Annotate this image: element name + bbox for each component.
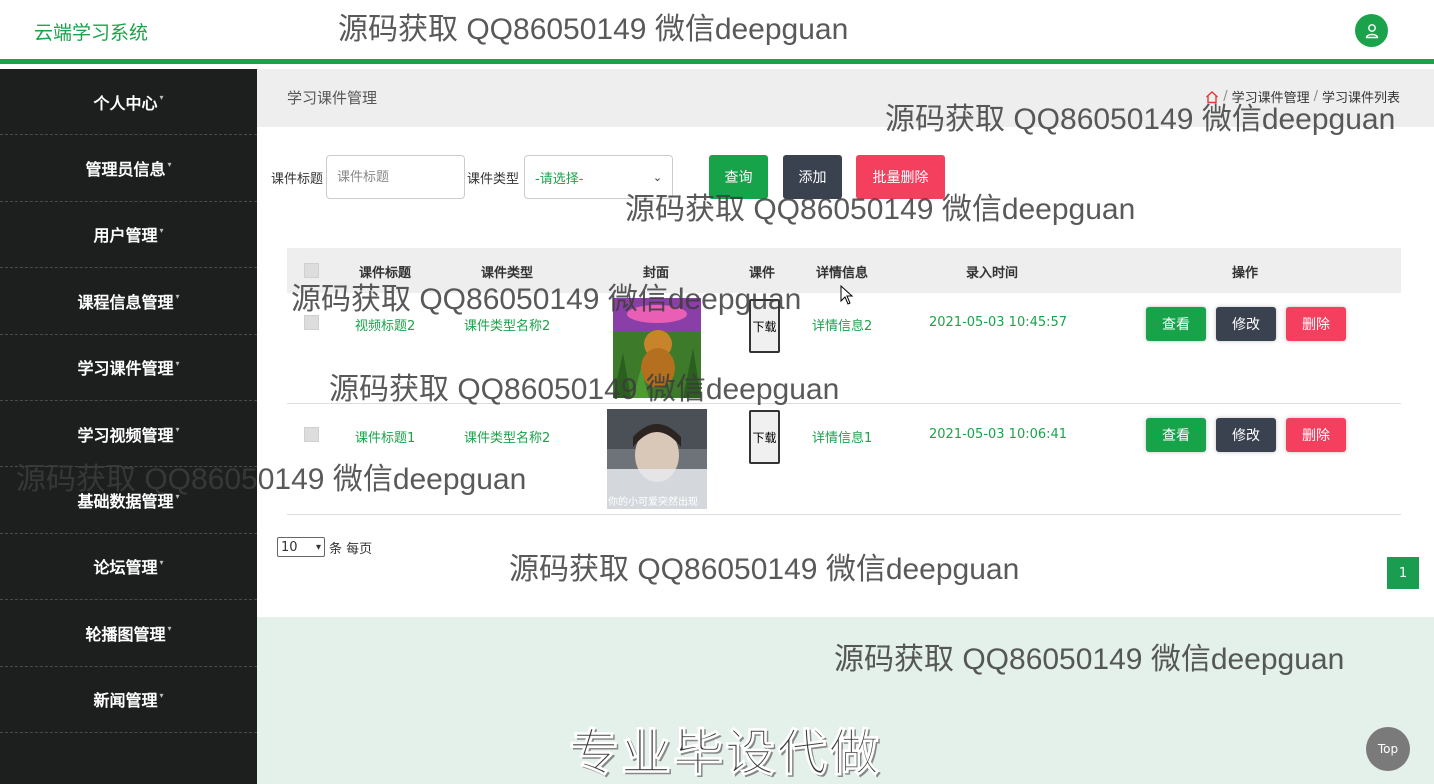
row-title: 课件标题1 bbox=[355, 431, 416, 446]
per-page-label: 条 每页 bbox=[329, 541, 373, 557]
cover-image[interactable]: 你的小可爱突然出现 bbox=[607, 409, 707, 509]
caret-icon: ▾ bbox=[175, 491, 180, 501]
query-button[interactable]: 查询 bbox=[709, 155, 769, 199]
page-title: 学习课件管理 bbox=[287, 89, 378, 107]
table-row: 课件标题1 课件类型名称2 你的小可爱突然出现 下载 详情信息1 2021-05… bbox=[287, 404, 1401, 515]
breadcrumb-separator: / bbox=[1313, 89, 1318, 104]
footer-band: 专业毕设代做 bbox=[257, 617, 1434, 784]
download-button[interactable]: 下载 bbox=[749, 410, 780, 464]
view-button[interactable]: 查看 bbox=[1146, 418, 1206, 452]
caret-icon: ▾ bbox=[159, 225, 164, 235]
col-type: 课件类型 bbox=[481, 266, 534, 281]
caret-icon: ▾ bbox=[175, 358, 180, 368]
row-type: 课件类型名称2 bbox=[464, 319, 551, 334]
col-detail: 详情信息 bbox=[816, 266, 869, 281]
title-label: 课件标题 bbox=[271, 171, 324, 187]
sidebar-item-news[interactable]: 新闻管理 ▾ bbox=[0, 667, 257, 733]
caret-icon: ▾ bbox=[159, 690, 164, 700]
row-checkbox[interactable] bbox=[304, 427, 319, 442]
batch-delete-button[interactable]: 批量删除 bbox=[856, 155, 946, 199]
type-select[interactable]: -请选择- ⌄ bbox=[524, 155, 674, 199]
delete-button[interactable]: 删除 bbox=[1286, 418, 1346, 452]
breadcrumb-item: 学习课件列表 bbox=[1321, 91, 1400, 106]
sidebar-item-video[interactable]: 学习视频管理 ▾ bbox=[0, 401, 257, 468]
page-number-button[interactable]: 1 bbox=[1387, 557, 1419, 589]
sidebar-item-personal-center[interactable]: 个人中心 ▾ bbox=[0, 69, 257, 136]
cover-image[interactable] bbox=[613, 298, 701, 398]
sidebar-item-basic-data[interactable]: 基础数据管理 ▾ bbox=[0, 467, 257, 534]
caret-icon: ▾ bbox=[167, 624, 172, 634]
caret-icon: ▾ bbox=[159, 93, 164, 103]
sidebar-item-forum[interactable]: 论坛管理 ▾ bbox=[0, 534, 257, 601]
view-button[interactable]: 查看 bbox=[1146, 307, 1206, 341]
sidebar-item-carousel[interactable]: 轮播图管理 ▾ bbox=[0, 600, 257, 667]
promo-banner: 专业毕设代做 bbox=[569, 724, 881, 783]
caret-icon: ▾ bbox=[175, 292, 180, 302]
edit-button[interactable]: 修改 bbox=[1216, 307, 1276, 341]
col-file: 课件 bbox=[749, 266, 776, 281]
col-title: 课件标题 bbox=[359, 266, 412, 281]
caret-icon: ▾ bbox=[167, 159, 172, 169]
download-button[interactable]: 下载 bbox=[749, 299, 780, 353]
row-detail: 详情信息2 bbox=[812, 319, 873, 334]
title-search-input[interactable] bbox=[326, 155, 466, 199]
breadcrumb-separator: / bbox=[1223, 89, 1228, 104]
title-bar: 学习课件管理 / 学习课件管理 / 学习课件列表 bbox=[257, 69, 1434, 127]
row-title: 视频标题2 bbox=[355, 319, 416, 334]
mouse-cursor-icon bbox=[840, 284, 854, 309]
main-content: 学习课件管理 / 学习课件管理 / 学习课件列表 课件标题 课件类型 -请选择-… bbox=[257, 69, 1434, 784]
row-time: 2021-05-03 10:45:57 bbox=[929, 315, 1068, 330]
caret-icon: ▾ bbox=[175, 425, 180, 435]
breadcrumb: / 学习课件管理 / 学习课件列表 bbox=[1205, 87, 1400, 106]
top-header: 云端学习系统 bbox=[0, 0, 1434, 64]
search-bar: 课件标题 课件类型 -请选择- ⌄ 查询 添加 批量删除 bbox=[271, 155, 946, 199]
sidebar-item-courseware[interactable]: 学习课件管理 ▾ bbox=[0, 335, 257, 401]
sidebar-item-admin-info[interactable]: 管理员信息 ▾ bbox=[0, 135, 257, 202]
col-actions: 操作 bbox=[1232, 266, 1259, 281]
row-checkbox[interactable] bbox=[304, 315, 319, 330]
sidebar: 个人中心 ▾ 管理员信息 ▾ 用户管理 ▾ 课程信息管理 ▾ 学习课件管理 ▾ 学习视频管… bbox=[0, 69, 257, 784]
user-icon bbox=[1365, 23, 1378, 38]
col-time: 录入时间 bbox=[966, 266, 1019, 281]
table-row: 视频标题2 课件类型名称2 下载 详情信息2 2021-05-03 10:45:… bbox=[287, 293, 1401, 404]
col-cover: 封面 bbox=[643, 266, 670, 281]
page-size-select[interactable]: 10 ▾ bbox=[277, 537, 325, 557]
chevron-down-icon: ⌄ bbox=[652, 170, 663, 184]
app-brand[interactable]: 云端学习系统 bbox=[34, 18, 148, 45]
user-avatar[interactable] bbox=[1355, 14, 1388, 47]
type-label: 课件类型 bbox=[467, 171, 520, 187]
caret-icon: ▾ bbox=[159, 557, 164, 567]
home-icon[interactable] bbox=[1205, 90, 1219, 104]
delete-button[interactable]: 删除 bbox=[1286, 307, 1346, 341]
page-size-control: 10 ▾ 条 每页 bbox=[277, 537, 372, 557]
row-time: 2021-05-03 10:06:41 bbox=[929, 427, 1068, 442]
sidebar-item-user-management[interactable]: 用户管理 ▾ bbox=[0, 202, 257, 269]
add-button[interactable]: 添加 bbox=[783, 155, 843, 199]
chevron-down-icon: ▾ bbox=[315, 541, 321, 553]
row-type: 课件类型名称2 bbox=[464, 431, 551, 446]
back-to-top-button[interactable]: Top bbox=[1366, 727, 1410, 771]
breadcrumb-item[interactable]: 学习课件管理 bbox=[1232, 87, 1310, 106]
row-detail: 详情信息1 bbox=[812, 431, 873, 446]
cover-caption: 你的小可爱突然出现 bbox=[608, 497, 698, 508]
select-all-checkbox[interactable] bbox=[304, 263, 319, 278]
sidebar-item-course-info[interactable]: 课程信息管理 ▾ bbox=[0, 268, 257, 335]
edit-button[interactable]: 修改 bbox=[1216, 418, 1276, 452]
